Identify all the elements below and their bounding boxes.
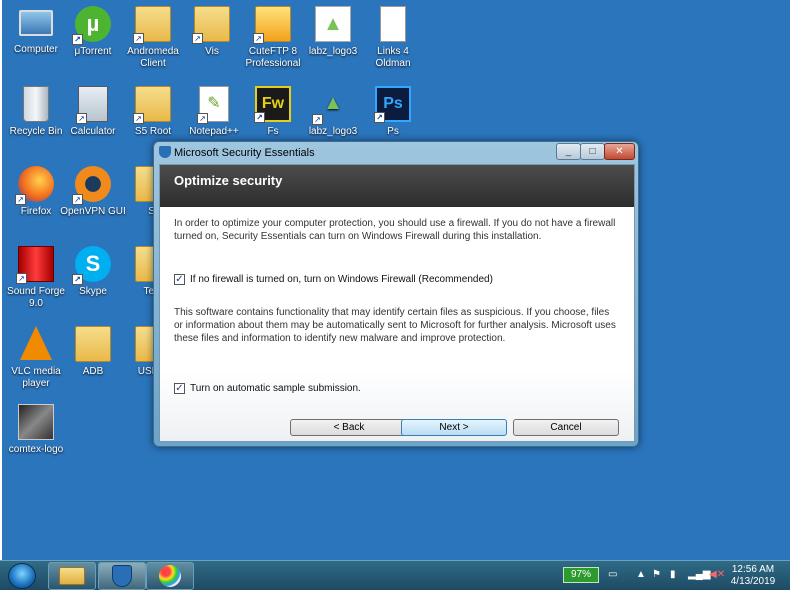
desktop-icon-label: Recycle Bin [9, 126, 63, 137]
app-icon [159, 146, 171, 158]
folder-icon [75, 326, 111, 362]
dialog-body: In order to optimize your computer prote… [160, 207, 634, 441]
android-image-icon: ▲ [315, 6, 351, 42]
show-hidden-icons-icon[interactable]: ▲ [636, 569, 646, 580]
sample-checkbox[interactable]: ✓ [174, 383, 185, 394]
desktop-icon-adb[interactable]: ADB [59, 326, 127, 378]
volume-muted-icon[interactable]: ◀✕ [709, 569, 725, 580]
firewall-checkbox-row[interactable]: ✓ If no firewall is turned on, turn on W… [174, 273, 620, 286]
sample-checkbox-label[interactable]: Turn on automatic sample submission. [190, 382, 361, 395]
power-icon[interactable]: ▮ [670, 569, 676, 580]
desktop-icon-label: comtex-logo [8, 444, 64, 455]
desktop-icon-calculator[interactable]: ↗ Calculator [59, 86, 127, 138]
desktop-icon-vis[interactable]: ↗ Vis [178, 6, 246, 58]
minimize-button[interactable]: _ [556, 143, 581, 160]
cuteftp-icon: ↗ [253, 6, 291, 44]
desktop-icon-label: ADB [82, 366, 104, 377]
fireworks-icon: Fw ↗ [254, 86, 291, 123]
desktop-icon-labz-logo-2[interactable]: ▲ ↗ labz_logo3 [299, 86, 367, 138]
desktop-icon-label: Fs [267, 126, 279, 137]
clock-date: 4/13/2019 [730, 576, 776, 587]
sound-forge-icon: ↗ [16, 246, 54, 284]
desktop-icon-label: Vis [205, 46, 219, 57]
desktop-icon-label: Links 4 Oldman [375, 46, 411, 69]
page-header: Optimize security [160, 165, 634, 207]
cancel-button[interactable]: Cancel [513, 419, 619, 436]
image-icon [18, 404, 54, 440]
folder-icon: ↗ [192, 6, 230, 44]
firewall-checkbox-label[interactable]: If no firewall is turned on, turn on Win… [190, 273, 493, 286]
taskbar-explorer[interactable] [48, 562, 96, 590]
taskbar: 97% ▭ ▲ ⚑ ▮ ▂▄▆ ◀✕ 12:56 AM 4/13/2019 [0, 560, 790, 590]
desktop-icon-label: Ps [387, 126, 399, 137]
openvpn-icon: ↗ [72, 166, 111, 205]
desktop-icon-label: Sound Forge 9.0 [7, 286, 65, 309]
window-title: Microsoft Security Essentials [174, 147, 315, 159]
clock[interactable]: 12:56 AM 4/13/2019 [727, 564, 779, 588]
desktop-icon-labz-logo[interactable]: ▲ labz_logo3 [299, 6, 367, 58]
folder-icon: ↗ [133, 6, 171, 44]
desktop-icon-label: OpenVPN GUI [60, 206, 126, 217]
desktop-icon-openvpn[interactable]: ↗ OpenVPN GUI [59, 166, 127, 218]
desktop-icon-s5-root[interactable]: ↗ S5 Root [119, 86, 187, 138]
security-essentials-window: Microsoft Security Essentials _ □ ✕ Opti… [153, 141, 639, 447]
action-center-icon[interactable]: ⚑ [652, 569, 661, 580]
info-text: This software contains functionality tha… [174, 307, 616, 344]
intro-text: In order to optimize your computer prote… [174, 218, 616, 242]
desktop-icon-label: μTorrent [74, 46, 112, 57]
desktop-icon-label: Calculator [70, 126, 116, 137]
desktop-icon-links[interactable]: Links 4 Oldman [359, 6, 427, 70]
photoshop-icon: Ps ↗ [374, 86, 411, 123]
battery-icon[interactable]: ▭ [608, 569, 617, 580]
dialog-client: Optimize security In order to optimize y… [159, 164, 635, 442]
sample-checkbox-row[interactable]: ✓ Turn on automatic sample submission. [174, 382, 620, 395]
next-button[interactable]: Next > [401, 419, 507, 436]
desktop-icon-notepadpp[interactable]: ✎ ↗ Notepad++ [180, 86, 248, 138]
computer-icon [19, 10, 53, 36]
folder-icon [59, 567, 85, 585]
utorrent-icon: µ ↗ [72, 6, 111, 45]
desktop-icon-label: S5 Root [134, 126, 172, 137]
desktop-icon-label: labz_logo3 [308, 126, 358, 137]
desktop-icon-ps[interactable]: Ps ↗ Ps [359, 86, 427, 138]
taskbar-paint[interactable] [146, 562, 194, 590]
network-icon[interactable]: ▂▄▆ [688, 569, 710, 580]
document-icon [380, 6, 406, 42]
folder-icon: ↗ [133, 86, 171, 124]
desktop-icon-andromeda[interactable]: ↗ Andromeda Client [119, 6, 187, 70]
desktop-icon-skype[interactable]: S ↗ Skype [59, 246, 127, 298]
clock-time: 12:56 AM [731, 564, 775, 575]
start-button[interactable] [8, 563, 36, 589]
close-button[interactable]: ✕ [604, 143, 635, 160]
firefox-icon: ↗ [15, 166, 54, 205]
recycle-bin-icon [23, 86, 49, 122]
desktop-icon-label: labz_logo3 [308, 46, 358, 57]
android-image-icon: ▲ ↗ [312, 86, 351, 125]
battery-indicator[interactable]: 97% [563, 567, 599, 583]
paint-icon [159, 565, 181, 587]
desktop-icon-label: Skype [79, 286, 107, 297]
desktop-icon-label: Firefox [20, 206, 52, 217]
back-button[interactable]: < Back [290, 419, 408, 436]
desktop-icon-label: Andromeda Client [127, 46, 179, 69]
taskbar-security-essentials[interactable] [98, 562, 146, 590]
maximize-button[interactable]: □ [580, 143, 605, 160]
desktop-icon-label: Computer [14, 44, 58, 55]
desktop-icon-cuteftp[interactable]: ↗ CuteFTP 8 Professional [239, 6, 307, 70]
calculator-icon: ↗ [76, 86, 108, 124]
vlc-icon [20, 326, 52, 360]
desktop-icon-label: CuteFTP 8 Professional [245, 46, 301, 69]
skype-icon: S ↗ [72, 246, 111, 285]
security-essentials-icon [112, 565, 132, 587]
notepadpp-icon: ✎ ↗ [197, 86, 229, 124]
desktop-icon-utorrent[interactable]: µ ↗ μTorrent [59, 6, 127, 58]
title-bar[interactable]: Microsoft Security Essentials _ □ ✕ [154, 142, 638, 164]
desktop-icon-label: Notepad++ [189, 126, 239, 137]
firewall-checkbox[interactable]: ✓ [174, 274, 185, 285]
desktop-icon-label: VLC media player [11, 366, 61, 389]
desktop-icon-comtex[interactable]: comtex-logo [2, 404, 70, 456]
desktop-icon-fs[interactable]: Fw ↗ Fs [239, 86, 307, 138]
